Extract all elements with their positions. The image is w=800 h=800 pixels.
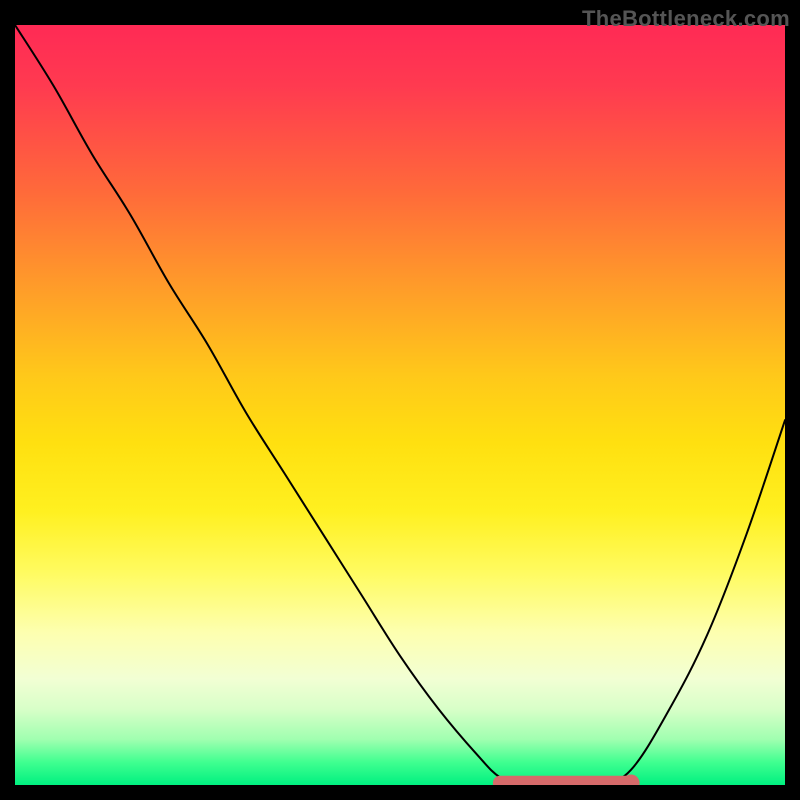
curve-svg: [15, 25, 785, 785]
curve-group: [15, 25, 785, 785]
bottleneck-curve: [15, 25, 785, 785]
plot-area: [15, 25, 785, 785]
bottleneck-chart: TheBottleneck.com: [0, 0, 800, 800]
watermark-text: TheBottleneck.com: [582, 6, 790, 32]
